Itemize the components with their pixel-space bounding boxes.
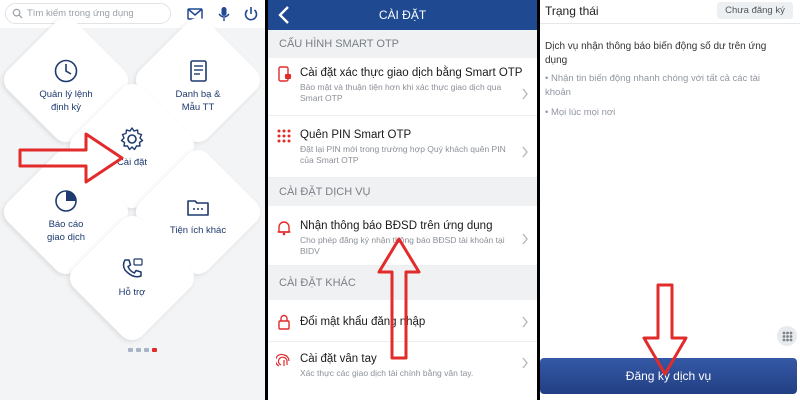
pie-chart-icon [55,190,77,212]
settings-screen: CÀI ĐẶT CẤU HÌNH SMART OTP Cài đặt xác t… [268,0,537,400]
tile-support-label: Hỗ trợ [118,287,146,298]
logout-button[interactable] [241,4,261,24]
status-label: Trạng thái [545,4,599,18]
voice-search-button[interactable] [214,4,234,24]
phone-icon [122,258,143,278]
chevron-right-icon [522,146,528,158]
settings-item-desc: Đặt lại PIN mới trong trường hợp Quý khá… [300,144,506,165]
settings-header: CÀI ĐẶT [268,0,537,30]
microphone-icon [218,7,230,21]
tile-reports-label: Báo cáo giao dịch [46,219,86,243]
home-screen: Quản lý lệnh định kỳ Danh bạ & Mẫu TT Cà… [0,0,265,400]
settings-item-title: Quên PIN Smart OTP [300,129,412,141]
search-input[interactable] [27,8,167,19]
page-title: CÀI ĐẶT [378,8,427,22]
service-registration-screen: Trạng thái Chưa đăng ký Dịch vụ nhận thô… [540,0,800,400]
tile-scheduled-transfer[interactable]: Quản lý lệnh định kỳ [21,58,111,114]
tile-settings[interactable]: Cài đặt [87,126,177,169]
settings-item-desc: Bảo mật và thuận tiện hơn khi xác thực g… [300,82,502,103]
chevron-right-icon [522,233,528,245]
settings-item-fingerprint[interactable]: Cài đặt vân tay Xác thực các giao dịch t… [268,342,537,400]
power-icon [244,7,258,21]
settings-item-title: Nhận thông báo BĐSD trên ứng dụng [300,220,493,232]
settings-item-smart-otp-auth[interactable]: Cài đặt xác thực giao dịch bằng Smart OT… [268,58,537,116]
page-indicator [128,348,157,352]
tile-other-utilities[interactable]: Tiện ích khác [153,194,243,237]
settings-item-desc: Cho phép đăng ký nhận thông báo BĐSD tài… [300,235,505,256]
keypad-icon [277,129,291,143]
tile-other-utilities-label: Tiện ích khác [169,225,227,236]
page-dot[interactable] [144,348,149,352]
tile-contacts[interactable]: Danh bạ & Mẫu TT [153,58,243,114]
page-dot-active[interactable] [152,348,157,352]
grid-icon [782,331,792,341]
section-header-other: CÀI ĐẶT KHÁC [268,266,537,300]
page-dot[interactable] [136,348,141,352]
status-badge: Chưa đăng ký [717,2,793,19]
tile-support[interactable]: Hỗ trợ [87,256,177,299]
fingerprint-icon [276,353,290,367]
settings-item-change-password[interactable]: Đổi mật khẩu đăng nhập [268,300,537,342]
status-row: Trạng thái Chưa đăng ký [540,0,800,24]
register-service-button[interactable]: Đăng ký dịch vụ [540,358,797,394]
tile-settings-label: Cài đặt [116,157,148,168]
settings-item-title: Đổi mật khẩu đăng nhập [300,316,426,328]
settings-item-title: Cài đặt xác thực giao dịch bằng Smart OT… [300,67,523,79]
page-dot[interactable] [128,348,133,352]
service-bullet-text: Mọi lúc mọi nơi [550,107,616,118]
settings-item-balance-notification[interactable]: Nhận thông báo BĐSD trên ứng dụng Cho ph… [268,206,537,266]
search-icon [12,8,23,19]
service-bullet: • Mọi lúc mọi nơi [545,107,616,118]
section-header-smart-otp: CẤU HÌNH SMART OTP [268,30,537,58]
settings-item-title: Cài đặt vân tay [300,353,377,365]
notebook-icon [190,60,207,82]
chevron-right-icon [522,357,528,369]
quick-menu-button[interactable] [777,326,797,346]
bell-icon [277,221,291,236]
home-top-bar [0,0,265,28]
tile-contacts-label: Danh bạ & Mẫu TT [175,89,221,113]
folder-icon [187,200,209,216]
service-bullet: • Nhận tin biến động nhanh chóng với tất… [545,73,761,98]
chevron-right-icon [522,316,528,328]
gear-icon [120,127,144,151]
section-header-service: CÀI ĐẶT DỊCH VỤ [268,178,537,206]
clock-icon [54,59,78,83]
service-description: Dịch vụ nhận thông báo biến động số dư t… [545,41,767,66]
padlock-icon [278,314,290,330]
tile-scheduled-transfer-label: Quản lý lệnh định kỳ [39,89,93,113]
phone-lock-icon [278,66,291,82]
settings-item-forgot-pin[interactable]: Quên PIN Smart OTP Đặt lại PIN mới trong… [268,116,537,178]
search-box[interactable] [5,3,171,24]
chevron-right-icon [522,88,528,100]
service-bullet-text: Nhận tin biến động nhanh chóng với tất c… [545,73,761,98]
settings-item-desc: Xác thực các giao dịch tài chính bằng vâ… [300,368,474,378]
tile-reports[interactable]: Báo cáo giao dịch [21,188,111,244]
